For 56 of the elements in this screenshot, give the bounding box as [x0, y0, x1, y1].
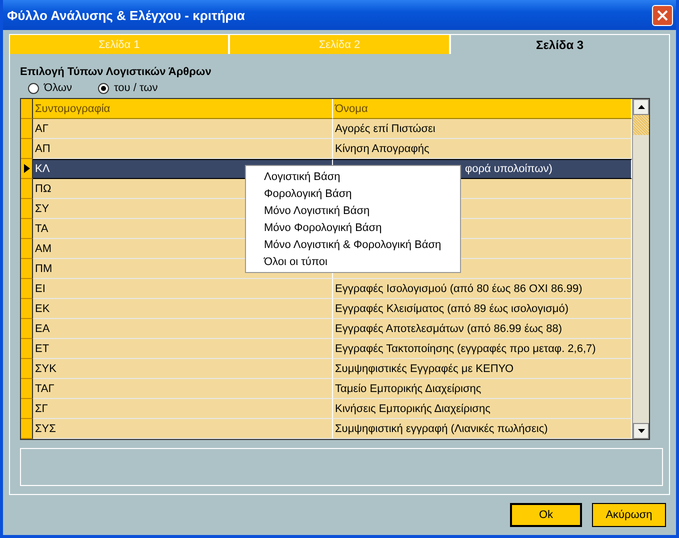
table-cell: ΑΓ [33, 119, 333, 139]
table-cell: ΕΙ [33, 279, 333, 299]
row-header[interactable] [21, 299, 33, 319]
table-cell: ΕΑ [33, 319, 333, 339]
table-cell: Συμψηφιστικές Εγγραφές με ΚΕΠΥΟ [333, 359, 632, 379]
scroll-thumb[interactable] [633, 115, 649, 135]
row-header[interactable] [21, 379, 33, 399]
table-cell: Ταμείο Εμπορικής Διαχείρισης [333, 379, 632, 399]
table-cell: Εγγραφές Αποτελεσμάτων (από 86.99 έως 88) [333, 319, 632, 339]
close-button[interactable] [652, 4, 673, 26]
radio-button[interactable] [98, 82, 109, 94]
column-header[interactable]: Όνομα [333, 99, 632, 119]
row-header[interactable] [21, 339, 33, 359]
scroll-down-button[interactable] [633, 423, 649, 439]
table-cell: Κίνηση Απογραφής [333, 139, 632, 159]
table-cell: Εγγραφές Κλεισίματος (από 89 έως ισολογισμό) [333, 299, 632, 319]
row-header[interactable] [21, 359, 33, 379]
column-header[interactable]: Συντομογραφία [33, 99, 333, 119]
scrollbar[interactable] [632, 99, 649, 439]
table-cell: Εγγραφές Ισολογισμού (από 80 έως 86 ΟΧΙ 86.99) [333, 279, 632, 299]
up-arrow-icon [638, 105, 644, 109]
table-cell: ΣΓ [33, 399, 333, 419]
row-header[interactable] [21, 139, 33, 159]
table-cell: Εγγραφές Τακτοποίησης (εγγραφές προ μεταφ. 2,6,7) [333, 339, 632, 359]
row-header[interactable] [21, 259, 33, 279]
table-cell: ΤΑΓ [33, 379, 333, 399]
table-cell: Αγορές επί Πιστώσει [333, 119, 632, 139]
row-header[interactable] [21, 399, 33, 419]
down-arrow-icon [638, 429, 644, 433]
cancel-button[interactable]: Ακύρωση [592, 503, 666, 527]
row-header[interactable] [21, 179, 33, 199]
radio-label[interactable]: του / των [114, 82, 158, 94]
window-title: Φύλλο Ανάλυσης & Ελέγχου - κριτήρια [7, 8, 245, 22]
ok-button[interactable]: Ok [510, 503, 582, 527]
table-cell: Συμψηφιστική εγγραφή (Λιανικές πωλήσεις) [333, 419, 632, 439]
scroll-up-button[interactable] [633, 99, 649, 115]
table-cell: ΕΚ [33, 299, 333, 319]
table-cell: ΑΠ [33, 139, 333, 159]
row-header[interactable] [21, 199, 33, 219]
current-row-icon [24, 164, 30, 173]
row-header[interactable] [21, 419, 33, 439]
table-cell: Κινήσεις Εμπορικής Διαχείρισης [333, 399, 632, 419]
row-header[interactable] [21, 119, 33, 139]
group-title: Επιλογή Τύπων Λογιστικών Άρθρων [20, 66, 212, 78]
row-header[interactable] [21, 219, 33, 239]
row-header[interactable] [21, 279, 33, 299]
tab[interactable]: Σελίδα 3 [450, 34, 670, 54]
row-header[interactable] [21, 159, 33, 179]
table-cell: ΣΥΣ [33, 419, 333, 439]
row-header[interactable] [21, 319, 33, 339]
table-cell: ΣΥΚ [33, 359, 333, 379]
row-header[interactable] [21, 239, 33, 259]
radio-label[interactable]: Όλων [44, 82, 72, 94]
radio-button[interactable] [28, 82, 39, 94]
table-cell: ΕΤ [33, 339, 333, 359]
close-icon [657, 10, 668, 20]
